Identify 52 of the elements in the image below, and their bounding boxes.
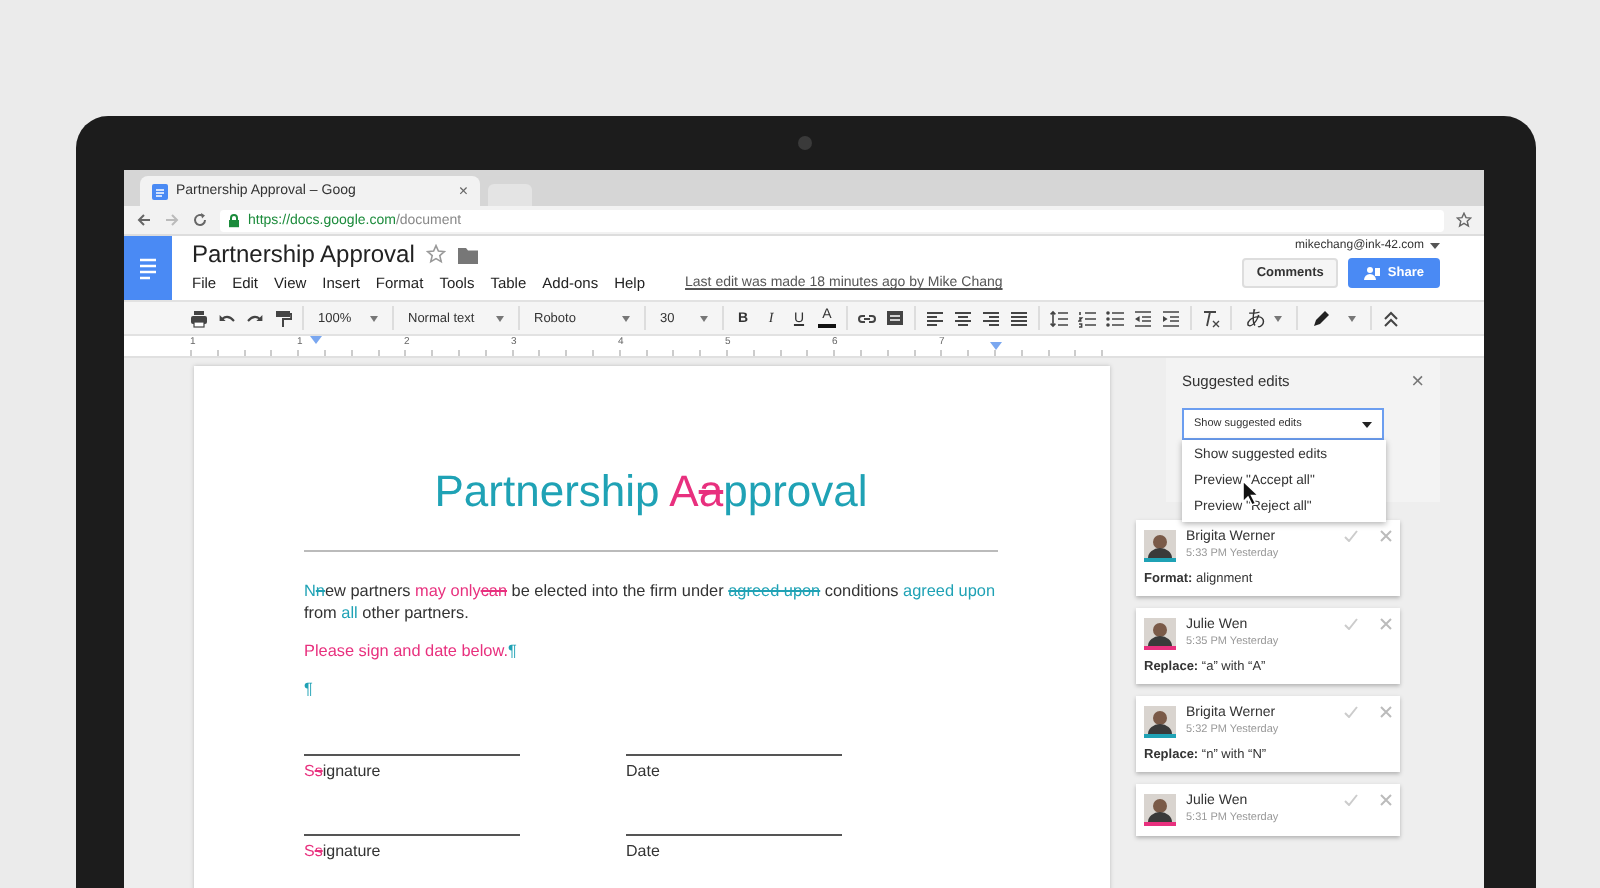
camera-icon — [797, 136, 811, 150]
person-icon — [1144, 706, 1176, 734]
docs-icon — [152, 183, 168, 199]
lock-icon — [228, 213, 240, 227]
back-icon[interactable] — [136, 212, 152, 228]
caret-icon — [1274, 315, 1282, 321]
caret-icon — [622, 315, 630, 321]
numbered-list-icon[interactable] — [1078, 309, 1096, 327]
star-icon[interactable] — [426, 244, 447, 264]
align-center-icon[interactable] — [954, 309, 972, 327]
document-heading: Partnership Aapproval — [432, 466, 870, 518]
link-icon[interactable] — [858, 309, 876, 327]
pencil-icon — [1312, 309, 1330, 327]
field-label: Date — [626, 842, 662, 860]
close-button[interactable]: × — [1411, 373, 1424, 389]
docs-logo-icon[interactable] — [124, 236, 172, 300]
person-icon — [1144, 530, 1176, 558]
bulleted-list-icon[interactable] — [1106, 309, 1124, 327]
field-label: Date — [626, 762, 662, 780]
field-label: Ssignature — [304, 762, 383, 780]
align-right-icon[interactable] — [982, 309, 1000, 327]
clear-formatting-icon[interactable] — [1202, 309, 1220, 327]
person-icon — [1144, 794, 1176, 822]
paint-format-icon[interactable] — [274, 309, 292, 327]
close-button[interactable]: × — [458, 182, 468, 200]
decrease-indent-icon[interactable] — [1134, 309, 1152, 327]
indent-marker-icon[interactable] — [990, 342, 1002, 352]
caret-icon — [1362, 421, 1372, 427]
caret-icon — [370, 315, 378, 321]
paragraph: Nnew partners may onlycan be elected into the firm under agreed upon conditions agreed upon from all other partners. — [304, 580, 998, 624]
star-icon[interactable] — [1456, 212, 1472, 228]
collapse-icon[interactable] — [1382, 309, 1400, 327]
line-spacing-icon[interactable] — [1050, 309, 1068, 327]
person-icon — [1144, 618, 1176, 646]
editing-mode-dropdown[interactable] — [1308, 309, 1360, 327]
justify-icon[interactable] — [1010, 309, 1028, 327]
field-label: Ssignature — [304, 842, 383, 860]
document-title[interactable]: Partnership Approval — [192, 240, 415, 268]
print-icon[interactable] — [190, 309, 208, 327]
align-left-icon[interactable] — [926, 309, 944, 327]
increase-indent-icon[interactable] — [1162, 309, 1180, 327]
caret-icon[interactable] — [1430, 242, 1440, 250]
comment-icon[interactable] — [886, 309, 904, 327]
paragraph: Please sign and date below.¶ — [304, 640, 519, 662]
caret-icon — [1348, 315, 1356, 321]
reload-icon[interactable] — [192, 212, 208, 228]
caret-icon — [700, 315, 708, 321]
folder-icon[interactable] — [458, 245, 479, 263]
input-tools-dropdown[interactable]: あ — [1242, 304, 1286, 332]
paragraph: ¶ — [304, 678, 315, 700]
people-icon — [1363, 266, 1380, 280]
caret-icon — [496, 315, 504, 321]
